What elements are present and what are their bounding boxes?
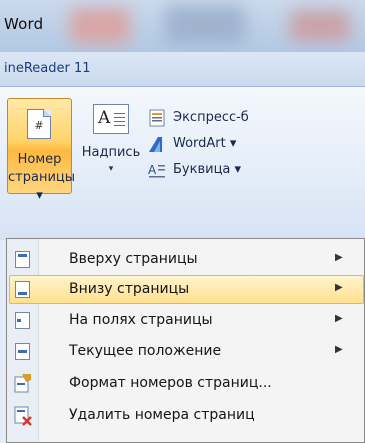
page-number-menu: Вверху страницы ▶ Внизу страницы ▶ На по… — [6, 238, 365, 443]
current-position-icon — [15, 343, 30, 360]
submenu-arrow-icon: ▶ — [335, 282, 343, 293]
format-page-numbers-icon — [14, 374, 31, 393]
tab-abbyy-finereader[interactable]: ineReader 11 — [4, 61, 91, 76]
menu-item-label: На полях страницы — [69, 312, 213, 328]
menu-item-bottom-of-page[interactable]: Внизу страницы ▶ — [9, 275, 364, 304]
submenu-arrow-icon: ▶ — [335, 252, 343, 263]
svg-text:A: A — [148, 163, 157, 177]
menu-item-label: Удалить номера страниц — [69, 407, 255, 423]
page-bottom-icon — [15, 281, 30, 298]
quick-parts-label: Экспресс-б — [173, 110, 249, 125]
page-number-icon: # — [27, 109, 51, 139]
menu-item-label: Внизу страницы — [69, 281, 190, 297]
title-bar: Word — [0, 0, 365, 52]
page-number-label-line2: страницы ▾ — [8, 170, 75, 203]
menu-item-label: Текущее положение — [69, 343, 222, 359]
submenu-arrow-icon: ▶ — [335, 344, 343, 355]
menu-item-remove-page-numbers[interactable]: Удалить номера страниц — [9, 401, 364, 430]
page-top-icon — [15, 251, 30, 268]
menu-item-format-page-numbers[interactable]: Формат номеров страниц... — [9, 369, 364, 398]
menu-item-page-margins[interactable]: На полях страницы ▶ — [9, 306, 364, 335]
remove-page-numbers-icon — [14, 406, 32, 426]
quick-parts-icon — [149, 109, 165, 127]
wordart-icon — [149, 137, 162, 152]
textbox-label: Надпись — [81, 145, 141, 160]
menu-item-label: Вверху страницы — [69, 251, 198, 267]
blurred-background — [70, 8, 130, 44]
wordart-label: WordArt ▾ — [173, 136, 237, 151]
blurred-background — [165, 6, 245, 44]
menu-item-top-of-page[interactable]: Вверху страницы ▶ — [9, 245, 364, 274]
dropcap-label: Буквица ▾ — [173, 162, 242, 177]
dropcap-icon: A — [148, 163, 165, 178]
menu-item-label: Формат номеров страниц... — [69, 375, 272, 391]
textbox-button[interactable]: A Надпись ▾ — [80, 96, 142, 192]
menu-item-current-position[interactable]: Текущее положение ▶ — [9, 337, 364, 366]
blurred-background — [290, 10, 350, 42]
ribbon-tab-row: ineReader 11 — [0, 52, 365, 87]
page-number-label-line1: Номер — [17, 152, 62, 167]
page-margins-icon — [15, 312, 30, 329]
textbox-dropdown-arrow: ▾ — [108, 164, 114, 174]
page-number-button[interactable]: # Номер страницы ▾ — [7, 98, 75, 203]
submenu-arrow-icon: ▶ — [335, 313, 343, 324]
window-title: Word — [4, 15, 44, 33]
textbox-icon: A — [93, 104, 129, 134]
